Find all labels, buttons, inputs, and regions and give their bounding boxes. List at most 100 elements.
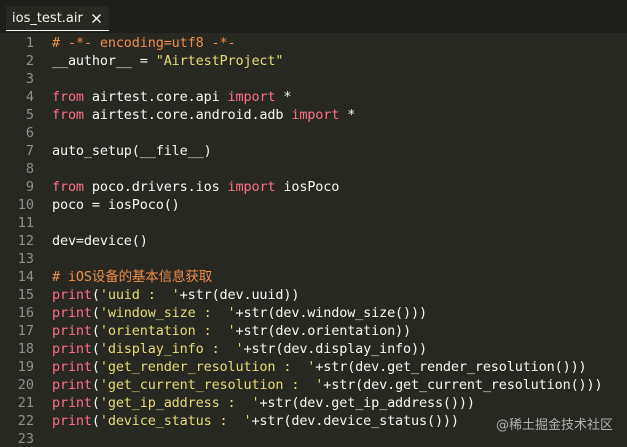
line-number: 6 [25,125,34,141]
code-token-id: +str(dev.orientation)) [235,323,412,339]
code-token-comment: # -*- encoding=utf8 -*- [52,35,236,51]
line-number: 20 [17,377,34,393]
code-line[interactable]: 4 from airtest.core.api import * [0,88,627,106]
code-token-str: 'get_render_resolution : ' [99,359,316,375]
code-line[interactable]: 21 print('get_ip_address : '+str(dev.get_… [0,394,627,412]
code-text: from airtest.core.api import * [52,88,292,106]
code-text: # iOS设备的基本信息获取 [52,268,212,286]
code-line[interactable]: 9 from poco.drivers.ios import iosPoco [0,178,627,196]
code-token-kw: print [52,305,92,321]
code-text: __author__ = "AirtestProject" [52,52,284,70]
code-token-id: ( [91,287,100,303]
tab-bar: ios_test.air [0,0,627,33]
line-number: 22 [17,413,34,429]
code-token-kw: from [52,179,84,195]
code-token-kw: from [52,89,84,105]
code-line[interactable]: 20 print('get_current_resolution : '+str(… [0,376,627,394]
code-text: print('orientation : '+str(dev.orientati… [52,322,411,340]
code-token-str: 'display_info : ' [99,341,244,357]
code-token-kw: from [52,107,84,123]
code-token-id: ( [91,377,100,393]
line-number: 19 [17,359,34,375]
code-editor[interactable]: 1 # -*- encoding=utf8 -*- 2 __author__ = "A… [0,33,627,447]
code-token-id: ( [91,305,100,321]
code-editor-window: ios_test.air 1 # -*- encoding=utf8 -*- 2 __… [0,0,627,447]
line-number: 13 [17,251,34,267]
code-token-id: +str(dev.get_render_resolution())) [315,359,587,375]
code-token-kw: print [52,413,92,429]
code-token-id: +str(dev.uuid)) [179,287,300,303]
code-line[interactable]: 1 # -*- encoding=utf8 -*- [0,34,627,52]
line-number: 23 [17,431,34,447]
code-line[interactable]: 17 print('orientation : '+str(dev.orienta… [0,322,627,340]
code-token-str: 'window_size : ' [99,305,236,321]
line-number: 8 [25,161,34,177]
code-token-id: ( [91,395,100,411]
code-line[interactable]: 2 __author__ = "AirtestProject" [0,52,627,70]
line-number: 12 [17,233,34,249]
code-line[interactable]: 10 poco = iosPoco() [0,196,627,214]
code-token-str: 'uuid : ' [99,287,180,303]
code-text: print('get_render_resolution : '+str(dev… [52,358,587,376]
code-token-id: +str(dev.get_current_resolution())) [323,377,603,393]
line-number: 5 [25,107,34,123]
code-token-kw: print [52,287,92,303]
code-token-id: +str(dev.device_status())) [251,413,459,429]
code-token-id: dev=device() [52,233,148,249]
code-token-id: ( [91,359,100,375]
line-number: 18 [17,341,34,357]
line-number: 17 [17,323,34,339]
code-line[interactable]: 3 [0,70,627,88]
code-token-kw: print [52,359,92,375]
line-number: 21 [17,395,34,411]
code-text: print('display_info : '+str(dev.display_… [52,340,427,358]
code-text: auto_setup(__file__) [52,142,212,160]
code-line[interactable]: 18 print('display_info : '+str(dev.displa… [0,340,627,358]
code-line[interactable]: 11 [0,214,627,232]
code-token-id: ( [91,413,100,429]
code-line[interactable]: 19 print('get_render_resolution : '+str(d… [0,358,627,376]
code-token-kw: import [227,179,276,195]
line-number: 4 [25,89,34,105]
line-number: 3 [25,71,34,87]
code-line[interactable]: 7 auto_setup(__file__) [0,142,627,160]
code-token-id: poco.drivers.ios [83,179,228,195]
code-token-id: airtest.core.android.adb [83,107,292,123]
line-number: 1 [25,35,34,51]
code-text: # -*- encoding=utf8 -*- [52,34,236,52]
code-token-str: 'get_ip_address : ' [99,395,260,411]
code-line[interactable]: 12 dev=device() [0,232,627,250]
code-token-kw: print [52,323,92,339]
code-text: from airtest.core.android.adb import * [52,106,355,124]
line-number: 15 [17,287,34,303]
line-number: 16 [17,305,34,321]
line-number: 2 [25,53,34,69]
line-number: 7 [25,143,34,159]
code-token-str: "AirtestProject" [155,53,284,69]
tab-ios-test-air[interactable]: ios_test.air [6,6,109,31]
code-token-id: +str(dev.display_info)) [243,341,427,357]
code-line[interactable]: 6 [0,124,627,142]
code-token-id: iosPoco [275,179,340,195]
line-number: 14 [17,269,34,285]
tab-label: ios_test.air [12,10,83,26]
code-token-kw: import [291,107,340,123]
code-line[interactable]: 5 from airtest.core.android.adb import * [0,106,627,124]
code-line[interactable]: 14 # iOS设备的基本信息获取 [0,268,627,286]
code-token-id: poco = iosPoco() [52,197,180,213]
code-token-id: * [275,89,292,105]
code-token-id: +str(dev.get_ip_address())) [259,395,475,411]
code-token-str: 'orientation : ' [99,323,236,339]
code-token-str: 'get_current_resolution : ' [99,377,324,393]
code-token-id: __author__ = [52,53,156,69]
watermark: @稀土掘金技术社区 [495,418,613,433]
line-number: 11 [17,215,34,231]
code-text: poco = iosPoco() [52,196,180,214]
line-number: 10 [17,197,34,213]
code-token-str: 'device_status : ' [99,413,252,429]
code-line[interactable]: 13 [0,250,627,268]
code-line[interactable]: 8 [0,160,627,178]
code-line[interactable]: 15 print('uuid : '+str(dev.uuid)) [0,286,627,304]
close-icon[interactable] [90,12,103,25]
code-line[interactable]: 16 print('window_size : '+str(dev.window_… [0,304,627,322]
